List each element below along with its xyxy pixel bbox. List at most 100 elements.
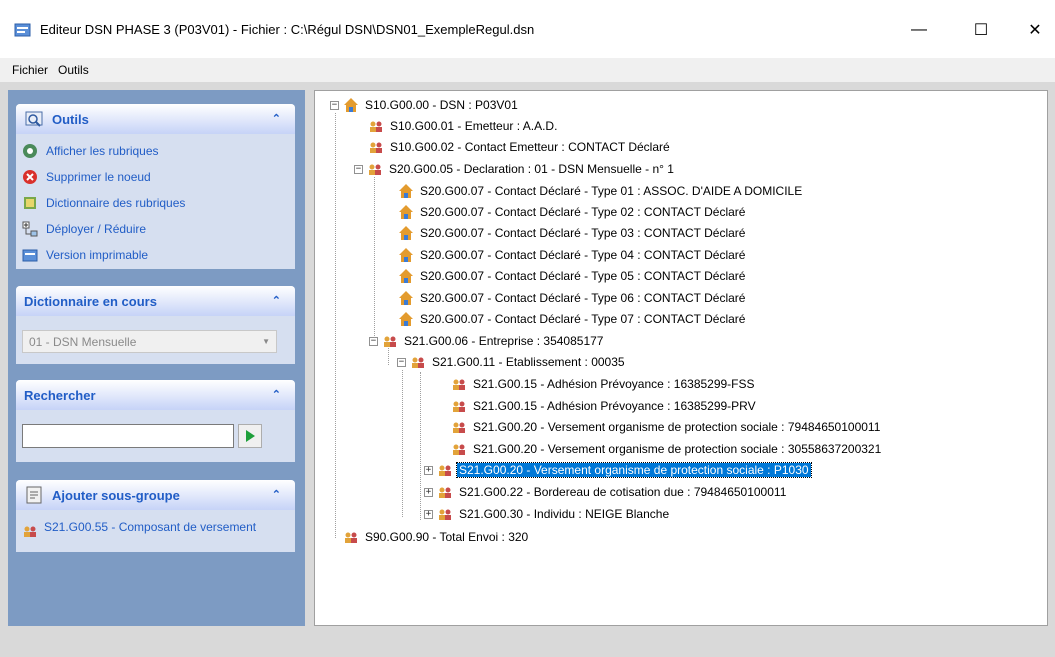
title-bar: Editeur DSN PHASE 3 (P03V01) - Fichier :… (0, 0, 1055, 58)
collapse-chevron-icon[interactable]: ⌃ (272, 294, 281, 307)
dictionnaire-select[interactable]: 01 - DSN Mensuelle ▼ (22, 330, 277, 353)
version-imprimable-label: Version imprimable (46, 248, 149, 262)
tree-node[interactable]: S21.G00.15 - Adhésion Prévoyance : 16385… (451, 397, 758, 415)
home-icon (344, 98, 358, 112)
tree-node-label: S20.G00.07 - Contact Déclaré - Type 04 :… (420, 248, 746, 262)
dictionnaire-panel-header[interactable]: Dictionnaire en cours ⌃ (16, 286, 295, 316)
outils-panel: Outils ⌃ Afficher les rubriques Supprime… (16, 104, 295, 269)
search-go-button[interactable] (238, 424, 262, 448)
app-icon (14, 23, 31, 37)
home-icon (399, 205, 413, 219)
ajouter-panel-header[interactable]: Ajouter sous-groupe ⌃ (16, 480, 295, 510)
sous-groupe-label: S21.G00.55 - Composant de versement (44, 520, 257, 534)
tree-node-label: S21.G00.20 - Versement organisme de prot… (473, 442, 882, 456)
expand-node-icon[interactable]: + (424, 465, 433, 475)
tree-node-label: S20.G00.05 - Declaration : 01 - DSN Mens… (389, 162, 674, 176)
print-icon (22, 249, 38, 262)
collapse-node-icon[interactable]: − (397, 357, 406, 367)
tree-node-label: S10.G00.01 - Emetteur : A.A.D. (390, 119, 558, 133)
tree-node[interactable]: S20.G00.07 - Contact Déclaré - Type 04 :… (398, 246, 747, 264)
tree-node-selected[interactable]: + S21.G00.20 - Versement organisme de pr… (424, 461, 812, 479)
sous-groupe-link[interactable]: S21.G00.55 - Composant de versement (22, 514, 289, 539)
tree-node-label: S21.G00.30 - Individu : NEIGE Blanche (459, 507, 670, 521)
maximize-button[interactable]: ☐ (958, 12, 1004, 48)
dictionnaire-panel: Dictionnaire en cours ⌃ 01 - DSN Mensuel… (16, 286, 295, 364)
search-input[interactable] (22, 424, 234, 448)
tree-node-label: S20.G00.07 - Contact Déclaré - Type 05 :… (420, 269, 746, 283)
people-icon (439, 465, 451, 476)
people-icon (453, 379, 465, 390)
ajouter-sous-groupe-panel: Ajouter sous-groupe ⌃ S21.G00.55 - Compo… (16, 480, 295, 552)
tree-node[interactable]: S20.G00.07 - Contact Déclaré - Type 07 :… (398, 310, 747, 328)
tree-node[interactable]: S10.G00.01 - Emetteur : A.A.D. (368, 117, 559, 135)
tree-line (420, 372, 421, 520)
people-icon (439, 487, 451, 498)
collapse-chevron-icon[interactable]: ⌃ (272, 388, 281, 401)
outils-panel-header[interactable]: Outils ⌃ (16, 104, 295, 134)
collapse-node-icon[interactable]: − (330, 100, 339, 110)
supprimer-noeud-link[interactable]: Supprimer le noeud (22, 164, 289, 190)
tree-node-label: S20.G00.07 - Contact Déclaré - Type 07 :… (420, 312, 746, 326)
book-icon (24, 197, 36, 209)
dropdown-arrow-icon: ▼ (262, 337, 270, 346)
delete-icon (23, 170, 37, 184)
collapse-node-icon[interactable]: − (369, 336, 378, 346)
tree-node[interactable]: S90.G00.90 - Total Envoi : 320 (343, 528, 530, 546)
people-icon (453, 401, 465, 412)
home-icon (399, 269, 413, 283)
tree-node-label: S20.G00.07 - Contact Déclaré - Type 06 :… (420, 291, 746, 305)
tree-node-label: S10.G00.00 - DSN : P03V01 (365, 98, 518, 112)
expand-node-icon[interactable]: + (424, 487, 433, 497)
tree-node[interactable]: S20.G00.07 - Contact Déclaré - Type 02 :… (398, 203, 747, 221)
tree-line (335, 113, 336, 538)
expand-node-icon[interactable]: + (424, 509, 433, 519)
tree-node[interactable]: S20.G00.07 - Contact Déclaré - Type 01 :… (398, 182, 804, 200)
tree-node[interactable]: − S21.G00.06 - Entreprise : 354085177 (369, 332, 605, 350)
minimize-button[interactable]: — (896, 12, 942, 48)
people-icon (370, 142, 382, 153)
people-icon (384, 336, 396, 347)
tree-node[interactable]: S20.G00.07 - Contact Déclaré - Type 06 :… (398, 289, 747, 307)
supprimer-noeud-label: Supprimer le noeud (46, 170, 151, 184)
dictionnaire-rubriques-label: Dictionnaire des rubriques (46, 196, 186, 210)
dictionnaire-panel-body: 01 - DSN Mensuelle ▼ (16, 316, 295, 357)
home-icon (399, 312, 413, 326)
collapse-node-icon[interactable]: − (354, 164, 363, 174)
tree-node[interactable]: + S21.G00.22 - Bordereau de cotisation d… (424, 483, 788, 501)
deployer-reduire-link[interactable]: Déployer / Réduire (22, 216, 289, 242)
dictionnaire-rubriques-link[interactable]: Dictionnaire des rubriques (22, 190, 289, 216)
tree-node[interactable]: S21.G00.20 - Versement organisme de prot… (451, 440, 883, 458)
menu-outils[interactable]: Outils (58, 63, 89, 77)
window-title: Editeur DSN PHASE 3 (P03V01) - Fichier :… (40, 22, 535, 37)
close-button[interactable]: ✕ (1012, 12, 1055, 48)
home-icon (399, 248, 413, 262)
tree-node[interactable]: + S21.G00.30 - Individu : NEIGE Blanche (424, 505, 671, 523)
tree-node[interactable]: S10.G00.02 - Contact Emetteur : CONTACT … (368, 138, 672, 156)
rechercher-panel-header[interactable]: Rechercher ⌃ (16, 380, 295, 410)
menu-fichier[interactable]: Fichier (12, 63, 48, 77)
tree-node[interactable]: S20.G00.07 - Contact Déclaré - Type 05 :… (398, 267, 747, 285)
people-icon (439, 509, 451, 520)
tree-line (374, 177, 375, 338)
tree-node[interactable]: S21.G00.20 - Versement organisme de prot… (451, 418, 882, 436)
tree-node[interactable]: − S20.G00.05 - Declaration : 01 - DSN Me… (354, 160, 676, 178)
tree-node-label: S20.G00.07 - Contact Déclaré - Type 03 :… (420, 226, 746, 240)
collapse-chevron-icon[interactable]: ⌃ (272, 112, 281, 125)
tree-node-label: S21.G00.20 - Versement organisme de prot… (473, 420, 881, 434)
afficher-rubriques-label: Afficher les rubriques (46, 144, 159, 158)
home-icon (399, 184, 413, 198)
people-icon (453, 422, 465, 433)
tree-node[interactable]: − S21.G00.11 - Etablissement : 00035 (397, 353, 627, 371)
tree-node[interactable]: S21.G00.15 - Adhésion Prévoyance : 16385… (451, 375, 757, 393)
play-icon (245, 430, 255, 442)
home-icon (399, 291, 413, 305)
tree-node[interactable]: − S10.G00.00 - DSN : P03V01 (330, 96, 520, 114)
collapse-chevron-icon[interactable]: ⌃ (272, 488, 281, 501)
tree-node-label: S20.G00.07 - Contact Déclaré - Type 01 :… (420, 184, 803, 198)
dictionnaire-selected-value: 01 - DSN Mensuelle (29, 334, 137, 349)
view-icon (23, 144, 37, 158)
people-icon (370, 121, 382, 132)
tree-node[interactable]: S20.G00.07 - Contact Déclaré - Type 03 :… (398, 224, 747, 242)
version-imprimable-link[interactable]: Version imprimable (22, 242, 289, 268)
afficher-rubriques-link[interactable]: Afficher les rubriques (22, 138, 289, 164)
